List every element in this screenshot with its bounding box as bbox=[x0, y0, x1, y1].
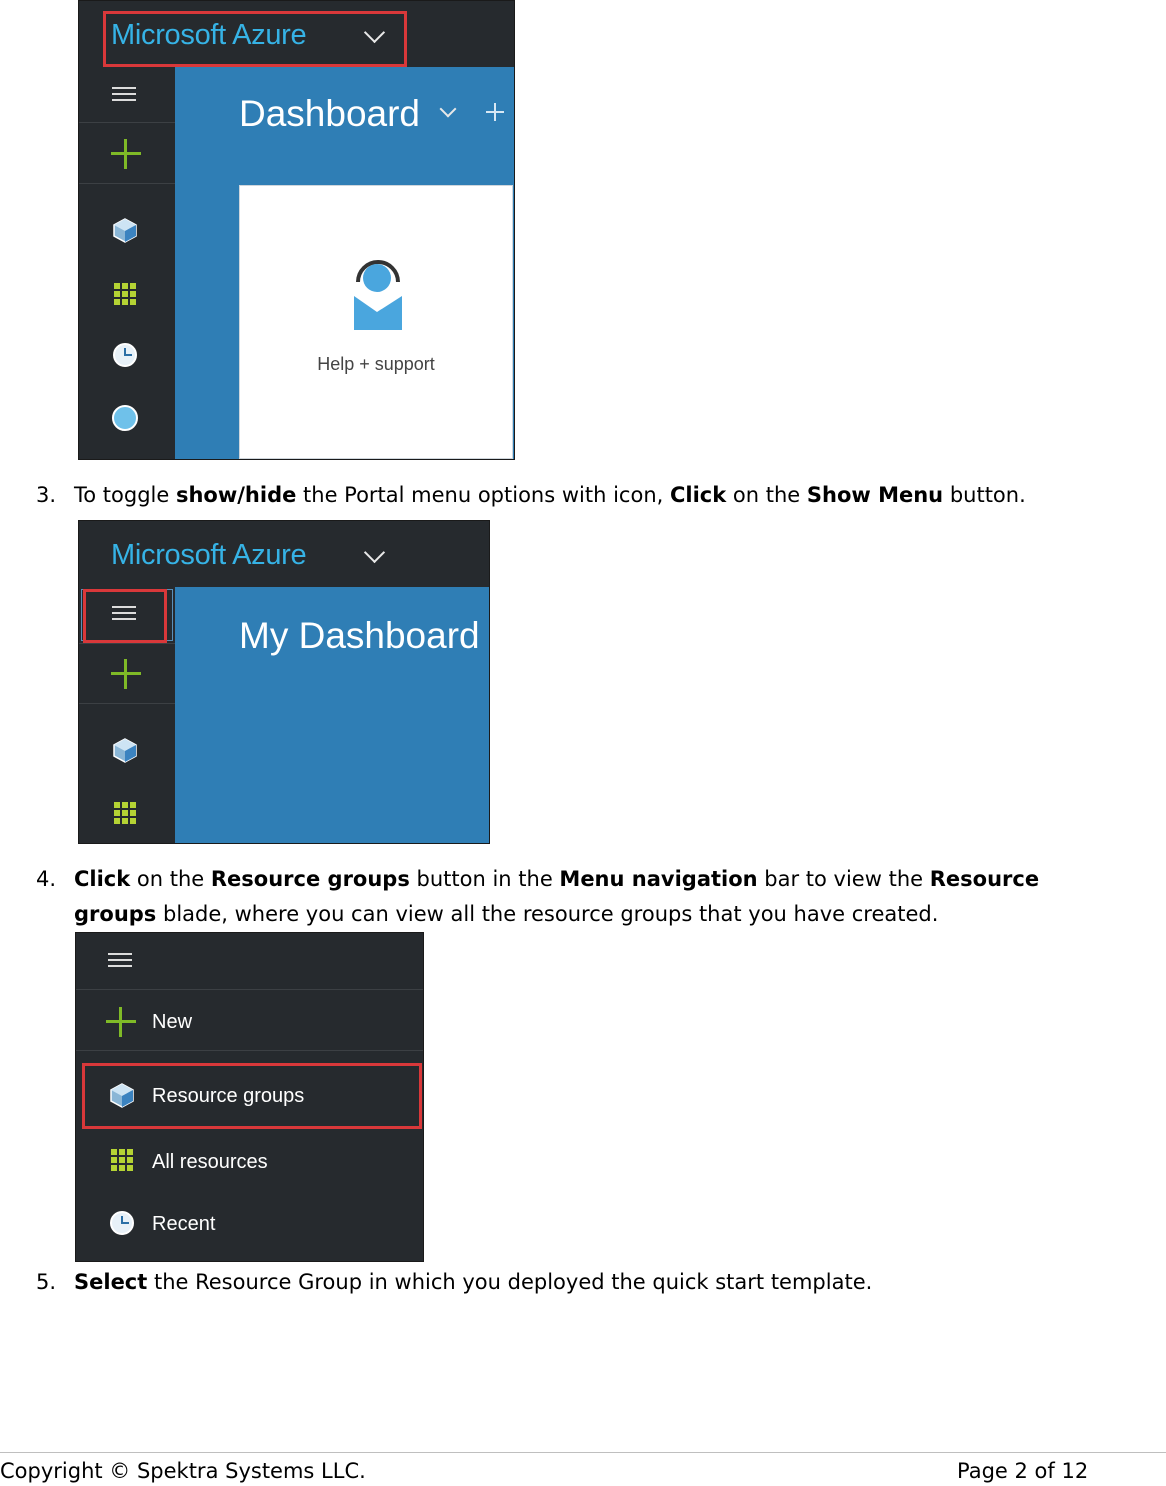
step-4-text-line-2: groups blade, where you can view all the… bbox=[74, 897, 938, 932]
footer-divider bbox=[0, 1452, 1166, 1453]
highlight-box bbox=[82, 1063, 422, 1129]
step-text-run: blade, where you can view all the resour… bbox=[156, 902, 939, 926]
hamburger-menu-icon[interactable] bbox=[112, 87, 136, 101]
portal-side-rail bbox=[79, 67, 175, 459]
step-text-run-bold: Click bbox=[74, 867, 131, 891]
step-number: 4. bbox=[36, 867, 57, 891]
step-text-run-bold: Click bbox=[669, 483, 727, 507]
step-text-run: on the bbox=[726, 483, 807, 507]
step-text-run-bold: show/hide bbox=[175, 483, 297, 507]
all-resources-grid-icon bbox=[111, 1149, 133, 1171]
globe-icon[interactable] bbox=[112, 405, 138, 431]
screenshot-show-menu: Microsoft Azure My Dashboard bbox=[78, 520, 490, 844]
menu-divider bbox=[76, 1050, 423, 1051]
plus-new-icon[interactable] bbox=[111, 659, 141, 689]
step-text-run-bold: Menu navigation bbox=[559, 867, 758, 891]
screenshot-azure-dashboard: Microsoft Azure Dashboard Help + support bbox=[78, 0, 515, 460]
resource-group-cube-icon[interactable] bbox=[112, 217, 138, 243]
menu-divider bbox=[76, 989, 423, 990]
rail-divider bbox=[79, 183, 175, 184]
portal-top-bar: Microsoft Azure bbox=[79, 521, 489, 587]
step-text-run-bold: Resource bbox=[929, 867, 1040, 891]
dashboard-area: Dashboard Help + support bbox=[175, 67, 514, 459]
footer-copyright: Copyright © Spektra Systems LLC. bbox=[0, 1459, 366, 1483]
rail-divider bbox=[79, 122, 175, 123]
resource-group-cube-icon[interactable] bbox=[112, 737, 138, 763]
step-text-run: button. bbox=[943, 483, 1026, 507]
step-text-run: the Resource Group in which you deployed… bbox=[147, 1270, 873, 1294]
footer-page-number: Page 2 of 12 bbox=[957, 1459, 1089, 1483]
menu-item-new[interactable]: New bbox=[76, 991, 423, 1049]
azure-brand[interactable]: Microsoft Azure bbox=[111, 539, 307, 572]
step-text-run: To toggle bbox=[74, 483, 176, 507]
add-dashboard-icon[interactable] bbox=[486, 103, 504, 121]
step-text-run: on the bbox=[130, 867, 211, 891]
help-support-label: Help + support bbox=[317, 354, 435, 374]
menu-item-all-resources-label: All resources bbox=[152, 1151, 268, 1173]
rail-divider bbox=[79, 703, 175, 704]
menu-item-recent[interactable]: Recent bbox=[76, 1195, 423, 1253]
step-text-run: bar to view the bbox=[757, 867, 930, 891]
rail-divider bbox=[79, 643, 175, 644]
dashboard-area: My Dashboard bbox=[175, 587, 489, 843]
clock-icon[interactable] bbox=[113, 343, 137, 367]
dashboard-title[interactable]: Dashboard bbox=[239, 93, 420, 135]
chevron-down-icon[interactable] bbox=[439, 100, 457, 118]
step-4-text-line-1: Click on the Resource groups button in t… bbox=[74, 862, 1039, 897]
help-support-icon bbox=[354, 260, 402, 330]
hamburger-menu-icon[interactable] bbox=[108, 953, 132, 967]
step-5-text: Select the Resource Group in which you d… bbox=[74, 1265, 872, 1300]
highlight-box bbox=[83, 589, 167, 643]
plus-new-icon bbox=[106, 1007, 136, 1037]
chevron-down-icon[interactable] bbox=[363, 541, 386, 564]
menu-item-all-resources[interactable]: All resources bbox=[76, 1133, 423, 1191]
help-support-tile[interactable]: Help + support bbox=[239, 185, 513, 459]
step-3-text: To toggle show/hide the Portal menu opti… bbox=[74, 478, 1026, 513]
step-number: 3. bbox=[36, 483, 57, 507]
step-text-run-bold: Select bbox=[74, 1270, 148, 1294]
step-number: 5. bbox=[36, 1270, 57, 1294]
menu-item-recent-label: Recent bbox=[152, 1213, 216, 1235]
my-dashboard-title[interactable]: My Dashboard bbox=[239, 615, 480, 657]
all-resources-grid-icon[interactable] bbox=[114, 802, 136, 824]
step-text-run-bold: Show Menu bbox=[806, 483, 944, 507]
highlight-box bbox=[103, 11, 407, 67]
all-resources-grid-icon[interactable] bbox=[114, 283, 136, 305]
step-text-run: button in the bbox=[409, 867, 560, 891]
plus-new-icon[interactable] bbox=[111, 139, 141, 169]
screenshot-menu-navigation: New Resource groups All resources Recent bbox=[75, 932, 424, 1262]
menu-item-new-label: New bbox=[152, 1011, 193, 1033]
step-text-run: the Portal menu options with icon, bbox=[296, 483, 670, 507]
clock-icon bbox=[110, 1211, 134, 1235]
step-text-run-bold: Resource groups bbox=[210, 867, 410, 891]
step-text-run-bold: groups bbox=[74, 902, 157, 926]
